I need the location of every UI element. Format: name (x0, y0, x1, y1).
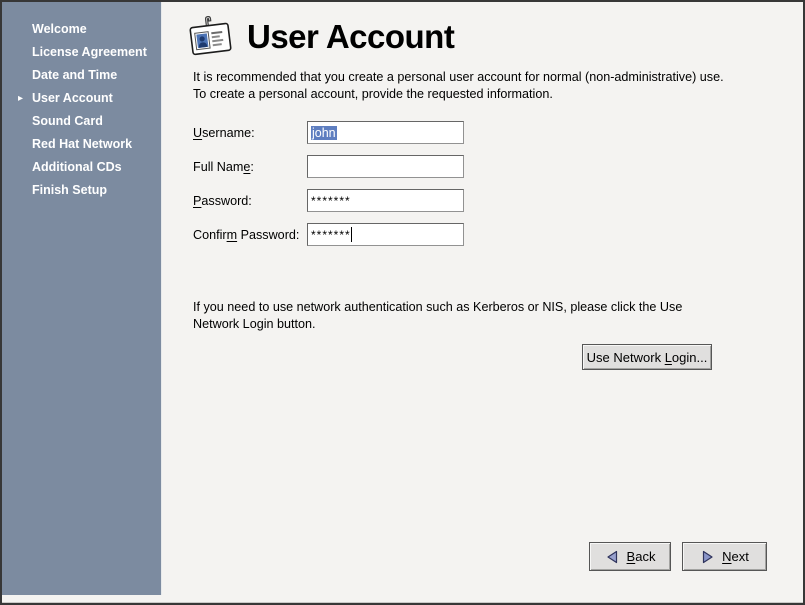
sidebar-item-red-hat-network[interactable]: Red Hat Network (2, 133, 161, 156)
sidebar-item-label: License Agreement (32, 45, 147, 59)
sidebar-item-label: Additional CDs (32, 160, 122, 174)
password-row: Password: ******* (193, 189, 464, 212)
setup-wizard-window: Welcome License Agreement Date and Time … (0, 0, 805, 605)
sidebar-item-label: User Account (32, 91, 113, 105)
sidebar-item-sound-card[interactable]: Sound Card (2, 110, 161, 133)
sidebar-item-label: Red Hat Network (32, 137, 132, 151)
selected-text: john (311, 126, 337, 140)
sidebar-item-label: Finish Setup (32, 183, 107, 197)
next-button-label: Next (722, 549, 749, 564)
password-input[interactable]: ******* (307, 189, 464, 212)
back-button-label: Back (627, 549, 656, 564)
masked-text: ******* (311, 228, 351, 242)
main-content: User Account It is recommended that you … (163, 2, 803, 603)
full-name-row: Full Name: (193, 155, 464, 178)
confirm-password-row: Confirm Password: ******* (193, 223, 464, 246)
sidebar-item-license-agreement[interactable]: License Agreement (2, 41, 161, 64)
full-name-label: Full Name: (193, 160, 307, 174)
sidebar-item-user-account[interactable]: ▸ User Account (2, 87, 161, 110)
sidebar-item-label: Welcome (32, 22, 87, 36)
use-network-login-button[interactable]: Use Network Login... (582, 344, 712, 370)
network-auth-note: If you need to use network authenticatio… (193, 299, 728, 333)
masked-text: ******* (311, 194, 351, 208)
next-button[interactable]: Next (682, 542, 767, 571)
active-step-arrow-icon: ▸ (18, 87, 23, 110)
username-label: Username: (193, 126, 307, 140)
next-arrow-icon (700, 550, 715, 564)
page-header: User Account (187, 13, 454, 60)
username-input[interactable]: john (307, 121, 464, 144)
id-badge-icon (187, 13, 234, 60)
confirm-password-label: Confirm Password: (193, 228, 307, 242)
sidebar-item-additional-cds[interactable]: Additional CDs (2, 156, 161, 179)
sidebar-item-date-and-time[interactable]: Date and Time (2, 64, 161, 87)
sidebar-item-label: Sound Card (32, 114, 103, 128)
sidebar-item-welcome[interactable]: Welcome (2, 18, 161, 41)
confirm-password-input[interactable]: ******* (307, 223, 464, 246)
page-description: It is recommended that you create a pers… (193, 69, 738, 103)
sidebar-item-finish-setup[interactable]: Finish Setup (2, 179, 161, 202)
sidebar: Welcome License Agreement Date and Time … (2, 2, 162, 595)
full-name-input[interactable] (307, 155, 464, 178)
page-title: User Account (247, 18, 454, 56)
username-row: Username: john (193, 121, 464, 144)
sidebar-item-label: Date and Time (32, 68, 117, 82)
back-arrow-icon (605, 550, 620, 564)
text-cursor (351, 227, 352, 242)
password-label: Password: (193, 194, 307, 208)
back-button[interactable]: Back (589, 542, 671, 571)
